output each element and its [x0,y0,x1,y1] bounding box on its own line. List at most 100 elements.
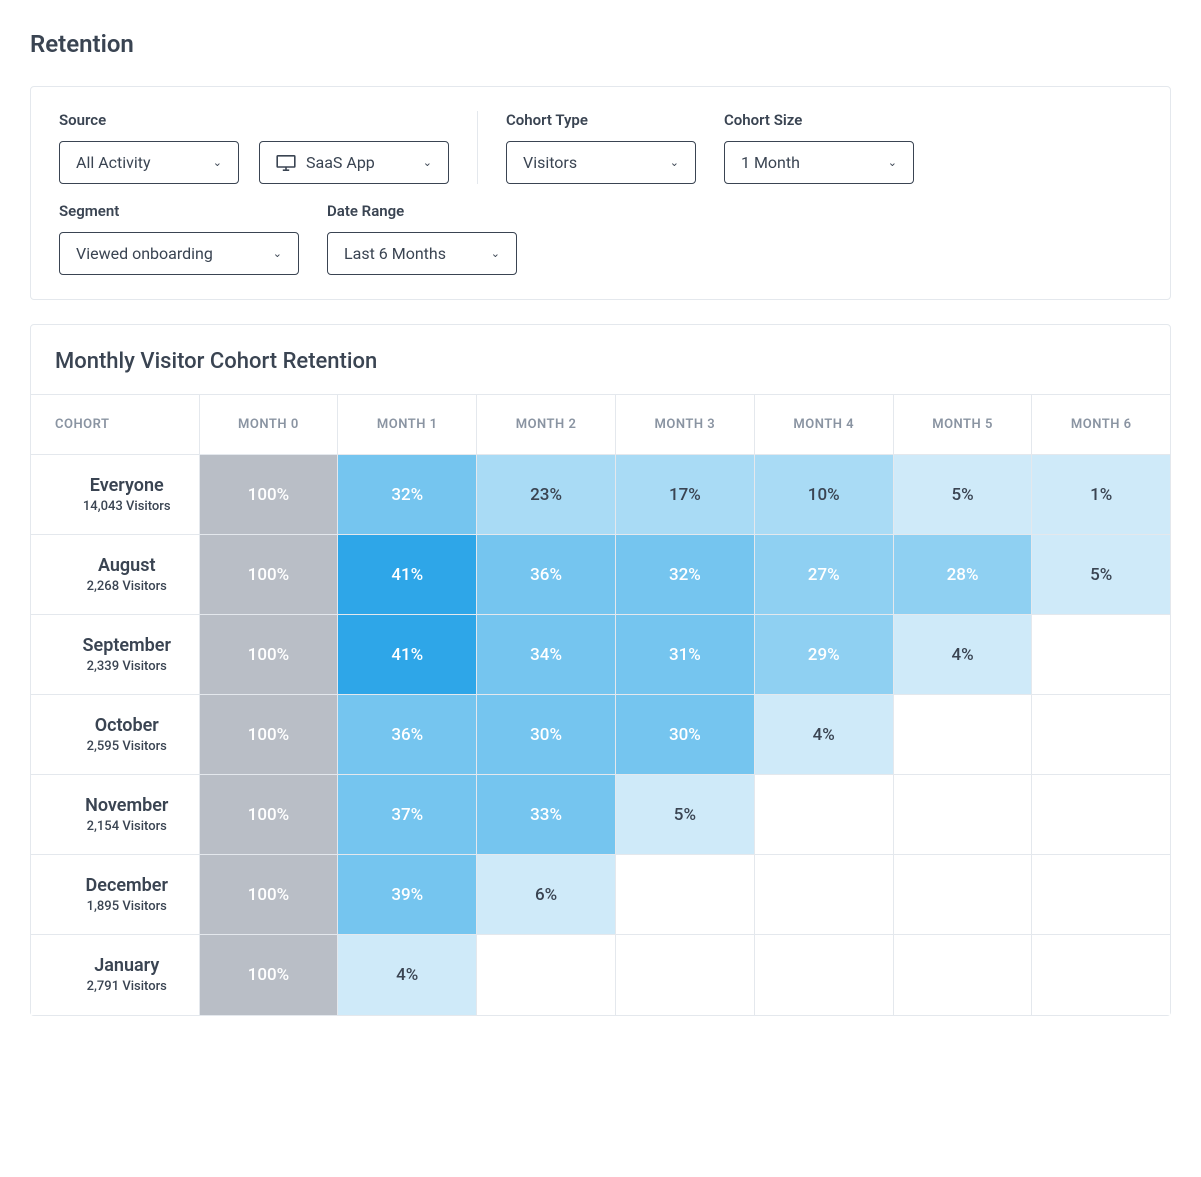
cohort-visitors: 14,043 Visitors [55,499,199,514]
segment-dropdown[interactable]: Viewed onboarding ⌄ [59,232,299,275]
date-range-label: Date Range [327,202,517,220]
filter-panel: Source All Activity ⌄ [30,86,1171,300]
empty-cell [754,935,893,1015]
chevron-down-icon: ⌄ [888,157,897,168]
retention-cell: 100% [199,935,338,1015]
dropdown-value: 1 Month [741,153,800,172]
source-activity-dropdown[interactable]: All Activity ⌄ [59,141,239,184]
dropdown-value: All Activity [76,153,151,172]
cohort-visitors: 2,154 Visitors [55,819,199,834]
page-title: Retention [30,30,1171,58]
chevron-down-icon: ⌄ [670,157,679,168]
source-app-dropdown[interactable]: SaaS App ⌄ [259,141,449,184]
cohort-name: January [55,955,199,976]
column-header-month-2: Month 2 [477,395,616,455]
retention-table: CohortMonth 0Month 1Month 2Month 3Month … [31,394,1170,1015]
retention-cell: 100% [199,695,338,775]
dropdown-value: SaaS App [306,153,375,172]
date-range-dropdown[interactable]: Last 6 Months ⌄ [327,232,517,275]
retention-cell: 4% [338,935,477,1015]
empty-cell [1032,695,1170,775]
retention-cell: 30% [615,695,754,775]
cohort-name: September [55,635,199,656]
retention-cell: 34% [477,615,616,695]
empty-cell [1032,935,1170,1015]
table-row: October2,595 Visitors100%36%30%30%4% [31,695,1170,775]
empty-cell [754,775,893,855]
retention-cell: 100% [199,535,338,615]
source-label: Source [59,111,449,129]
retention-cell: 41% [338,615,477,695]
retention-cell: 39% [338,855,477,935]
cohort-visitors: 2,339 Visitors [55,659,199,674]
cohort-size-dropdown[interactable]: 1 Month ⌄ [724,141,914,184]
column-header-month-6: Month 6 [1032,395,1170,455]
vertical-separator [477,111,478,184]
dropdown-value: Viewed onboarding [76,244,213,263]
retention-cell: 6% [477,855,616,935]
cohort-name: Everyone [55,475,199,496]
column-header-month-4: Month 4 [754,395,893,455]
column-header-month-0: Month 0 [199,395,338,455]
column-header-cohort: Cohort [31,395,199,455]
retention-cell: 32% [338,455,477,535]
cohort-name: August [55,555,199,576]
retention-cell: 100% [199,775,338,855]
cohort-label-cell: November2,154 Visitors [31,775,199,855]
empty-cell [1032,775,1170,855]
cohort-visitors: 2,791 Visitors [55,979,199,994]
retention-cell: 31% [615,615,754,695]
retention-cell: 5% [615,775,754,855]
cohort-type-dropdown[interactable]: Visitors ⌄ [506,141,696,184]
column-header-month-3: Month 3 [615,395,754,455]
cohort-name: December [55,875,199,896]
empty-cell [615,855,754,935]
retention-cell: 36% [338,695,477,775]
table-row: January 2,791 Visitors100%4% [31,935,1170,1015]
cohort-type-label: Cohort Type [506,111,696,129]
retention-cell: 29% [754,615,893,695]
retention-cell: 23% [477,455,616,535]
empty-cell [893,695,1032,775]
retention-cell: 32% [615,535,754,615]
retention-cell: 33% [477,775,616,855]
table-row: December1,895 Visitors100%39%6% [31,855,1170,935]
cohort-label-cell: September 2,339 Visitors [31,615,199,695]
cohort-size-label: Cohort Size [724,111,914,129]
retention-cell: 5% [1032,535,1170,615]
column-header-month-5: Month 5 [893,395,1032,455]
empty-cell [477,935,616,1015]
chevron-down-icon: ⌄ [491,248,500,259]
retention-cell: 27% [754,535,893,615]
empty-cell [893,775,1032,855]
retention-cell: 30% [477,695,616,775]
table-row: August2,268 Visitors100%41%36%32%27%28%5… [31,535,1170,615]
retention-cell: 10% [754,455,893,535]
retention-cell: 41% [338,535,477,615]
retention-cell: 37% [338,775,477,855]
cohort-visitors: 2,595 Visitors [55,739,199,754]
cohort-label-cell: October2,595 Visitors [31,695,199,775]
retention-cell: 28% [893,535,1032,615]
retention-cell: 17% [615,455,754,535]
column-header-month-1: Month 1 [338,395,477,455]
chevron-down-icon: ⌄ [423,157,432,168]
empty-cell [893,935,1032,1015]
retention-cell: 36% [477,535,616,615]
empty-cell [754,855,893,935]
cohort-label-cell: December1,895 Visitors [31,855,199,935]
retention-cell: 100% [199,455,338,535]
chevron-down-icon: ⌄ [213,157,222,168]
table-row: November2,154 Visitors100%37%33%5% [31,775,1170,855]
chevron-down-icon: ⌄ [273,248,282,259]
retention-cell: 100% [199,855,338,935]
retention-cell: 1% [1032,455,1170,535]
dropdown-value: Visitors [523,153,577,172]
table-row: September2,339 Visitors100%41%34%31%29%4… [31,615,1170,695]
retention-cell: 4% [754,695,893,775]
empty-cell [893,855,1032,935]
cohort-label-cell: August2,268 Visitors [31,535,199,615]
empty-cell [1032,615,1170,695]
table-row: Everyone14,043 Visitors100%32%23%17%10%5… [31,455,1170,535]
monitor-icon [276,155,296,171]
